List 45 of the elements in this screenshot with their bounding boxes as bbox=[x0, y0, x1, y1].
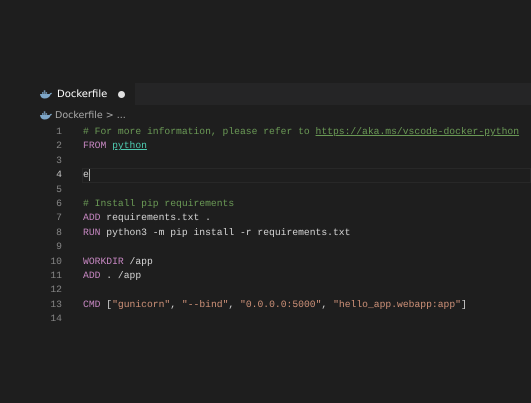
code-token: ] bbox=[460, 298, 467, 312]
breadcrumb-separator: > bbox=[106, 110, 114, 120]
line-number: 6 bbox=[55, 196, 62, 211]
code-token: CMD bbox=[83, 298, 100, 312]
code-token: "0.0.0.0:5000" bbox=[240, 298, 322, 312]
code-token: requirements.txt . bbox=[105, 211, 211, 226]
code-token: WORKDIR bbox=[83, 254, 124, 269]
code-token: /app bbox=[128, 254, 153, 269]
code-token: e bbox=[83, 168, 89, 182]
line-number: 4 bbox=[55, 168, 62, 182]
code-token: # For more information, please refer to bbox=[83, 125, 311, 139]
code-token: "gunicorn" bbox=[112, 298, 170, 312]
breadcrumb-item[interactable]: Dockerfile bbox=[55, 110, 103, 120]
code-token: , bbox=[170, 298, 178, 312]
line-number: 3 bbox=[55, 154, 62, 168]
line-number: 8 bbox=[55, 226, 62, 240]
breadcrumb-item[interactable]: ... bbox=[116, 110, 126, 120]
whale-icon bbox=[40, 90, 52, 98]
line-number: 12 bbox=[49, 283, 62, 298]
line-number: 14 bbox=[49, 312, 62, 326]
line-number: 11 bbox=[49, 268, 62, 283]
code-token: . /app bbox=[105, 268, 142, 283]
code-token: , bbox=[228, 298, 236, 312]
code-token: ADD bbox=[83, 268, 100, 283]
code-token: "--bind" bbox=[182, 298, 228, 312]
whale-icon bbox=[40, 110, 52, 120]
code-token: "hello_app.webapp:app" bbox=[333, 298, 461, 312]
link[interactable]: https://aka.ms/vscode-docker-python bbox=[316, 125, 520, 140]
line-number: 9 bbox=[55, 240, 62, 254]
code-token: python bbox=[112, 139, 147, 154]
editor-tab[interactable]: Dockerfile bbox=[0, 83, 136, 105]
line-number: 10 bbox=[49, 254, 62, 269]
code-token: , bbox=[321, 298, 328, 312]
line-number: 7 bbox=[55, 211, 62, 226]
code-token: FROM bbox=[83, 139, 108, 154]
line-number: 13 bbox=[49, 298, 62, 312]
code-token: # Install pip requirements bbox=[83, 196, 234, 211]
code-token: RUN bbox=[83, 226, 100, 240]
line-number: 5 bbox=[55, 182, 62, 197]
line-number: 1 bbox=[55, 125, 62, 139]
code-token: [ bbox=[105, 298, 112, 312]
text-cursor bbox=[88, 169, 90, 182]
code-token: ADD bbox=[83, 211, 100, 226]
code-token: python3 -m pip install -r requirements.txt bbox=[105, 226, 350, 240]
line-number: 2 bbox=[55, 139, 62, 154]
